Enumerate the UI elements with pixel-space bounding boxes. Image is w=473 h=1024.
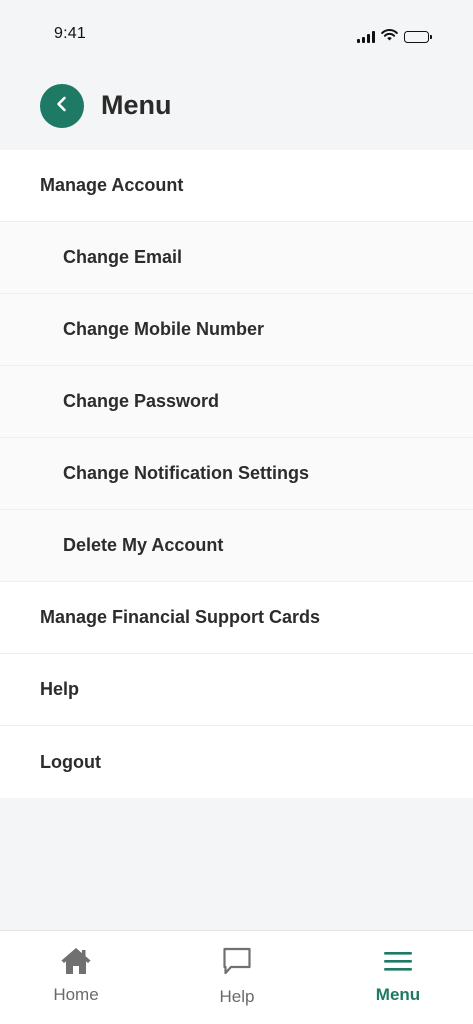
menu-item-manage-financial-support-cards[interactable]: Manage Financial Support Cards <box>0 582 473 654</box>
home-icon <box>60 945 92 977</box>
menu-item-change-notification-settings[interactable]: Change Notification Settings <box>0 438 473 510</box>
header: Menu <box>0 66 473 150</box>
status-bar: 9:41 <box>0 0 473 66</box>
back-button[interactable] <box>40 84 84 128</box>
menu-list: Manage Account Change Email Change Mobil… <box>0 150 473 798</box>
tab-menu[interactable]: Menu <box>338 931 458 1024</box>
tab-home[interactable]: Home <box>16 931 136 1024</box>
hamburger-menu-icon <box>383 945 413 977</box>
menu-item-change-password[interactable]: Change Password <box>0 366 473 438</box>
menu-item-manage-account[interactable]: Manage Account <box>0 150 473 222</box>
menu-item-delete-my-account[interactable]: Delete My Account <box>0 510 473 582</box>
cellular-signal-icon <box>357 31 375 43</box>
tab-help[interactable]: Help <box>177 931 297 1024</box>
wifi-icon <box>381 28 398 46</box>
tab-help-label: Help <box>219 987 255 1006</box>
page-title: Menu <box>101 90 172 120</box>
bottom-nav: Home Help Menu <box>0 930 473 1024</box>
menu-screen: 9:41 Menu Manage Account Change Email Ch… <box>0 0 473 1024</box>
menu-item-change-mobile-number[interactable]: Change Mobile Number <box>0 294 473 366</box>
menu-item-change-email[interactable]: Change Email <box>0 222 473 294</box>
status-time: 9:41 <box>54 25 86 42</box>
status-icons <box>357 28 432 46</box>
menu-item-help[interactable]: Help <box>0 654 473 726</box>
menu-item-logout[interactable]: Logout <box>0 726 473 798</box>
tab-home-label: Home <box>53 985 99 1004</box>
battery-icon <box>404 31 432 43</box>
chat-bubble-icon <box>222 945 252 977</box>
chevron-left-icon <box>55 96 69 117</box>
tab-menu-label: Menu <box>375 985 421 1004</box>
